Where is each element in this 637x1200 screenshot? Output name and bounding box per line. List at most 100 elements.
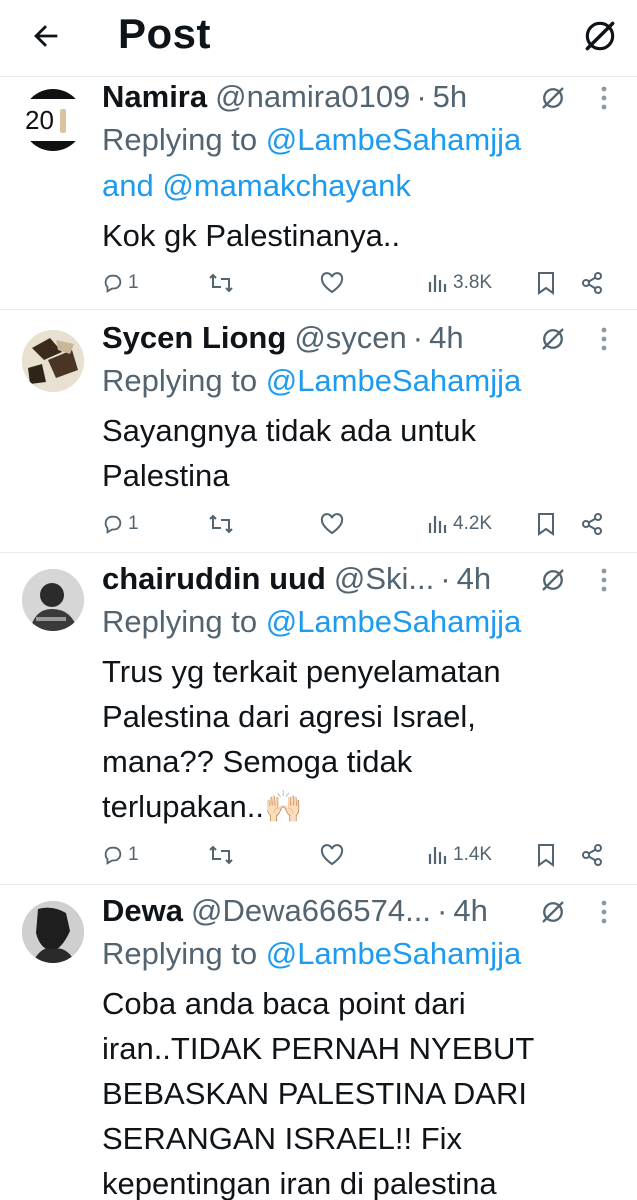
views-button[interactable]: 3.8K — [427, 265, 492, 301]
grok-button[interactable] — [536, 322, 570, 356]
timestamp[interactable]: 4h — [453, 893, 487, 929]
reply-button[interactable]: 1 — [102, 265, 139, 301]
reply-icon — [104, 515, 122, 534]
view-count: 1.4K — [453, 844, 493, 865]
separator-dot: · — [440, 561, 451, 596]
share-icon — [582, 272, 602, 294]
view-count: 4.2K — [453, 513, 493, 534]
display-name[interactable]: Namira — [102, 79, 207, 115]
replying-prefix: Replying to — [102, 604, 266, 639]
bookmark-icon — [538, 513, 554, 536]
more-vertical-icon — [601, 900, 607, 924]
timestamp[interactable]: 4h — [457, 561, 491, 597]
heart-icon — [320, 513, 344, 535]
user-handle[interactable]: @Ski... — [334, 561, 434, 597]
reply-text: Kok gk Palestinanya.. — [102, 218, 401, 253]
user-handle[interactable]: @Dewa666574... — [191, 893, 431, 929]
grok-icon — [542, 569, 564, 591]
views-button[interactable]: 4.2K — [427, 506, 492, 542]
arrow-left-icon — [34, 25, 58, 47]
replying-to: Replying to @LambeSahamjja — [102, 931, 521, 977]
grok-icon — [542, 87, 564, 109]
post-page: Post 20 Namira @namira0109 · 5h Replying… — [0, 0, 637, 1200]
reply-item[interactable]: chairuddin uud @Ski... · 4h Replying to … — [0, 553, 637, 885]
reply-icon — [104, 274, 122, 293]
bookmark-button[interactable] — [536, 837, 556, 873]
grok-icon — [585, 21, 615, 51]
grok-button[interactable] — [536, 81, 570, 115]
more-options-button[interactable] — [590, 322, 618, 356]
display-name[interactable]: chairuddin uud — [102, 561, 326, 597]
grok-button[interactable] — [536, 895, 570, 929]
grok-button[interactable] — [536, 563, 570, 597]
heart-icon — [320, 272, 344, 294]
avatar[interactable]: 20 — [22, 89, 84, 151]
reply-header: Sycen Liong @sycen · 4h — [102, 320, 464, 360]
reply-count: 1 — [128, 844, 139, 865]
repost-button[interactable] — [208, 506, 234, 542]
mention-link[interactable]: @mamakchayank — [162, 168, 411, 203]
display-name[interactable]: Sycen Liong — [102, 320, 286, 356]
reply-item[interactable]: Sycen Liong @sycen · 4h Replying to @Lam… — [0, 310, 637, 553]
more-vertical-icon — [601, 327, 607, 351]
analytics-icon — [428, 516, 447, 533]
more-vertical-icon — [601, 86, 607, 110]
separator-dot: · — [437, 893, 448, 928]
share-icon — [582, 844, 602, 866]
grok-button[interactable] — [576, 12, 624, 60]
reply-text: Sayangnya tidak ada untuk Palestina — [102, 413, 476, 493]
grok-icon — [542, 901, 564, 923]
reply-button[interactable]: 1 — [102, 837, 139, 873]
repost-icon — [209, 514, 233, 534]
like-button[interactable] — [320, 506, 344, 542]
avatar-label: 20 — [25, 105, 54, 135]
replying-to: Replying to @LambeSahamjja — [102, 599, 521, 645]
analytics-icon — [428, 275, 447, 292]
bookmark-button[interactable] — [536, 506, 556, 542]
replying-to: Replying to @LambeSahamjja — [102, 358, 521, 404]
bookmark-icon — [538, 272, 554, 295]
repost-button[interactable] — [208, 265, 234, 301]
share-button[interactable] — [580, 837, 604, 873]
timestamp[interactable]: 5h — [433, 79, 467, 115]
avatar[interactable] — [22, 901, 84, 963]
share-button[interactable] — [580, 506, 604, 542]
page-title: Post — [118, 10, 212, 57]
mention-link[interactable]: @LambeSahamjja — [266, 604, 522, 639]
mention-link[interactable]: @LambeSahamjja — [266, 936, 522, 971]
repost-icon — [209, 273, 233, 293]
replying-to: Replying to @LambeSahamjja and @mamakcha… — [102, 117, 521, 209]
replying-prefix: Replying to — [102, 122, 266, 157]
repost-icon — [209, 845, 233, 865]
mention-link[interactable]: @LambeSahamjja — [266, 363, 522, 398]
user-handle[interactable]: @namira0109 — [215, 79, 410, 115]
top-bar: Post — [0, 0, 637, 77]
reply-text: Coba anda baca point dari iran..TIDAK PE… — [102, 986, 535, 1200]
avatar[interactable] — [22, 330, 84, 392]
display-name[interactable]: Dewa — [102, 893, 183, 929]
more-options-button[interactable] — [590, 81, 618, 115]
view-count: 3.8K — [453, 272, 493, 293]
user-handle[interactable]: @sycen — [294, 320, 406, 356]
reply-button[interactable]: 1 — [102, 506, 139, 542]
reply-item[interactable]: Dewa @Dewa666574... · 4h Replying to @La… — [0, 885, 637, 1200]
reply-header: chairuddin uud @Ski... · 4h — [102, 561, 491, 601]
avatar[interactable] — [22, 569, 84, 631]
bookmark-button[interactable] — [536, 265, 556, 301]
share-button[interactable] — [580, 265, 604, 301]
more-options-button[interactable] — [590, 895, 618, 929]
mention-link[interactable]: @LambeSahamjja — [266, 122, 522, 157]
grok-icon — [542, 328, 564, 350]
action-bar: 1 1.4K — [102, 837, 622, 873]
like-button[interactable] — [320, 837, 344, 873]
like-button[interactable] — [320, 265, 344, 301]
timestamp[interactable]: 4h — [429, 320, 463, 356]
views-button[interactable]: 1.4K — [427, 837, 492, 873]
back-button[interactable] — [24, 14, 68, 58]
action-bar: 1 3.8K — [102, 265, 622, 301]
repost-button[interactable] — [208, 837, 234, 873]
reply-item[interactable]: 20 Namira @namira0109 · 5h Replying to @… — [0, 77, 637, 310]
replying-prefix: Replying to — [102, 363, 266, 398]
share-icon — [582, 513, 602, 535]
more-options-button[interactable] — [590, 563, 618, 597]
